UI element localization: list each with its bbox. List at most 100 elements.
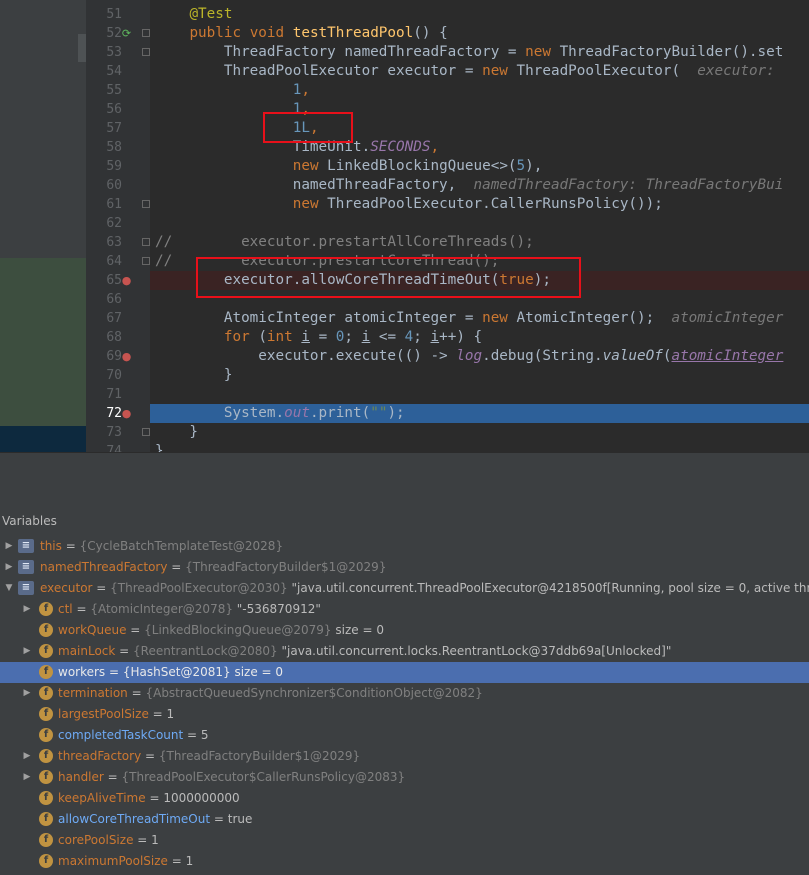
- code-token: new: [292, 196, 328, 212]
- expand-arrow-icon[interactable]: ▶: [4, 557, 14, 578]
- variable-row[interactable]: f completedTaskCount = 5: [0, 725, 809, 746]
- line-number: 57: [106, 121, 122, 136]
- expand-arrow-icon[interactable]: ▶: [4, 536, 14, 557]
- variable-row[interactable]: ▼ ≡ executor = {ThreadPoolExecutor@2030} "…: [0, 578, 809, 599]
- code-token: AtomicInteger atomicInteger =: [155, 310, 483, 326]
- code-token: );: [387, 405, 405, 421]
- variable-row[interactable]: f keepAliveTime = 1000000000: [0, 788, 809, 809]
- variables-tree[interactable]: ▶ ≡ this = {CycleBatchTemplateTest@2028} ▶ ≡…: [0, 536, 809, 875]
- code-line[interactable]: 74}: [86, 442, 809, 452]
- code-line[interactable]: 57 1L,: [86, 119, 809, 138]
- panel-splitter[interactable]: [0, 452, 809, 509]
- variable-row[interactable]: ▶ f termination = {AbstractQueuedSynchroni…: [0, 683, 809, 704]
- code-token: prestartAllCoreThreads: [318, 234, 508, 250]
- line-number: 56: [106, 102, 122, 117]
- code-line[interactable]: 53 ThreadFactory namedThreadFactory = ne…: [86, 43, 809, 62]
- code-line[interactable]: 54 ThreadPoolExecutor executor = new Thr…: [86, 62, 809, 81]
- breakpoint-icon[interactable]: ●: [120, 407, 133, 420]
- variable-reference: {AtomicInteger@2078}: [90, 602, 233, 616]
- code-text: }: [155, 442, 164, 452]
- fold-marker-icon[interactable]: [142, 48, 150, 56]
- variables-title: Variables: [2, 514, 57, 528]
- code-text: ThreadPoolExecutor executor = new Thread…: [155, 62, 783, 81]
- code-line[interactable]: 71: [86, 385, 809, 404]
- breakpoint-icon[interactable]: ●: [120, 274, 133, 287]
- variable-name: maximumPoolSize: [58, 854, 168, 868]
- variable-row[interactable]: ▶ f threadFactory = {ThreadFactoryBuilder$…: [0, 746, 809, 767]
- line-number: 67: [106, 311, 122, 326]
- run-test-icon[interactable]: ⟳: [120, 27, 133, 40]
- fold-marker-icon[interactable]: [142, 257, 150, 265]
- code-line[interactable]: 55 1,: [86, 81, 809, 100]
- code-token: () {: [413, 25, 448, 41]
- variable-name: keepAliveTime: [58, 791, 146, 805]
- variable-row[interactable]: ▶ ≡ namedThreadFactory = {ThreadFactoryBui…: [0, 557, 809, 578]
- collapse-arrow-icon[interactable]: ▼: [4, 578, 14, 599]
- fold-marker-icon[interactable]: [142, 200, 150, 208]
- variable-row[interactable]: f workers = {HashSet@2081} size = 0: [0, 662, 809, 683]
- code-lines: 51 @Test 52 ⟳ public void testThreadPool()…: [86, 0, 809, 452]
- code-line[interactable]: 72 ● System.out.print("");: [86, 404, 809, 423]
- code-line[interactable]: 56 1,: [86, 100, 809, 119]
- panel-scrollbar[interactable]: [78, 34, 86, 62]
- variable-row[interactable]: ▶ f mainLock = {ReentrantLock@2080} "java.…: [0, 641, 809, 662]
- code-line[interactable]: 52 ⟳ public void testThreadPool() {: [86, 24, 809, 43]
- code-token: ;: [413, 329, 431, 345]
- fold-marker-icon[interactable]: [142, 428, 150, 436]
- variable-row[interactable]: f largestPoolSize = 1: [0, 704, 809, 725]
- code-line[interactable]: 68 for (int i = 0; i <= 4; i++) {: [86, 328, 809, 347]
- variable-equals: =: [105, 665, 123, 679]
- variable-reference: {HashSet@2081}: [122, 665, 231, 679]
- code-line[interactable]: 58 TimeUnit.SECONDS,: [86, 138, 809, 157]
- variable-name: ctl: [58, 602, 73, 616]
- code-line[interactable]: 62: [86, 214, 809, 233]
- variable-row[interactable]: ▶ f ctl = {AtomicInteger@2078} "-536870912…: [0, 599, 809, 620]
- code-line[interactable]: 59 new LinkedBlockingQueue<>(5),: [86, 157, 809, 176]
- variable-row[interactable]: f allowCoreThreadTimeOut = true: [0, 809, 809, 830]
- code-token: new: [292, 158, 328, 174]
- variable-text: corePoolSize = 1: [58, 830, 159, 851]
- fold-marker-icon[interactable]: [142, 238, 150, 246]
- code-token: .print(: [309, 405, 371, 421]
- code-text: 1,: [155, 81, 310, 100]
- line-number: 58: [106, 140, 122, 155]
- code-line[interactable]: 61 new ThreadPoolExecutor.CallerRunsPoli…: [86, 195, 809, 214]
- variable-row[interactable]: ▶ ≡ this = {CycleBatchTemplateTest@2028}: [0, 536, 809, 557]
- code-line[interactable]: 67 AtomicInteger atomicInteger = new Ato…: [86, 309, 809, 328]
- variable-text: keepAliveTime = 1000000000: [58, 788, 240, 809]
- expand-arrow-icon[interactable]: ▶: [22, 767, 32, 788]
- code-line[interactable]: 51 @Test: [86, 5, 809, 24]
- field-icon: f: [39, 833, 53, 847]
- line-number: 66: [106, 292, 122, 307]
- lambda-breakpoint-icon[interactable]: ●: [120, 350, 133, 363]
- variable-row[interactable]: f maximumPoolSize = 1: [0, 851, 809, 872]
- code-token: LinkedBlockingQueue<>(: [327, 158, 517, 174]
- code-line[interactable]: 70 }: [86, 366, 809, 385]
- code-token: }: [155, 424, 199, 440]
- code-line[interactable]: 63 // executor.prestartAllCoreThreads();: [86, 233, 809, 252]
- code-line[interactable]: 73 }: [86, 423, 809, 442]
- expand-arrow-icon[interactable]: ▶: [22, 641, 32, 662]
- code-token: System.: [155, 405, 285, 421]
- variable-row[interactable]: f workQueue = {LinkedBlockingQueue@2079} …: [0, 620, 809, 641]
- code-token: ,: [430, 139, 440, 155]
- variable-row[interactable]: f corePoolSize = 1: [0, 830, 809, 851]
- code-line[interactable]: 69 ● executor.execute(() -> log.debug(Str…: [86, 347, 809, 366]
- variable-row[interactable]: ▶ f handler = {ThreadPoolExecutor$CallerRu…: [0, 767, 809, 788]
- expand-arrow-icon[interactable]: ▶: [22, 683, 32, 704]
- field-icon: f: [39, 770, 53, 784]
- line-number: 63: [106, 235, 122, 250]
- code-line[interactable]: 60 namedThreadFactory, namedThreadFactor…: [86, 176, 809, 195]
- variable-text: allowCoreThreadTimeOut = true: [58, 809, 252, 830]
- expand-arrow-icon[interactable]: ▶: [22, 599, 32, 620]
- expand-arrow-icon[interactable]: ▶: [22, 746, 32, 767]
- annotation-box-allowcore: [196, 257, 581, 298]
- variable-equals: =: [126, 623, 145, 637]
- line-number: 68: [106, 330, 122, 345]
- variables-header: Variables: [0, 508, 809, 537]
- fold-marker-icon[interactable]: [142, 29, 150, 37]
- panel-slab-selected: [0, 426, 86, 452]
